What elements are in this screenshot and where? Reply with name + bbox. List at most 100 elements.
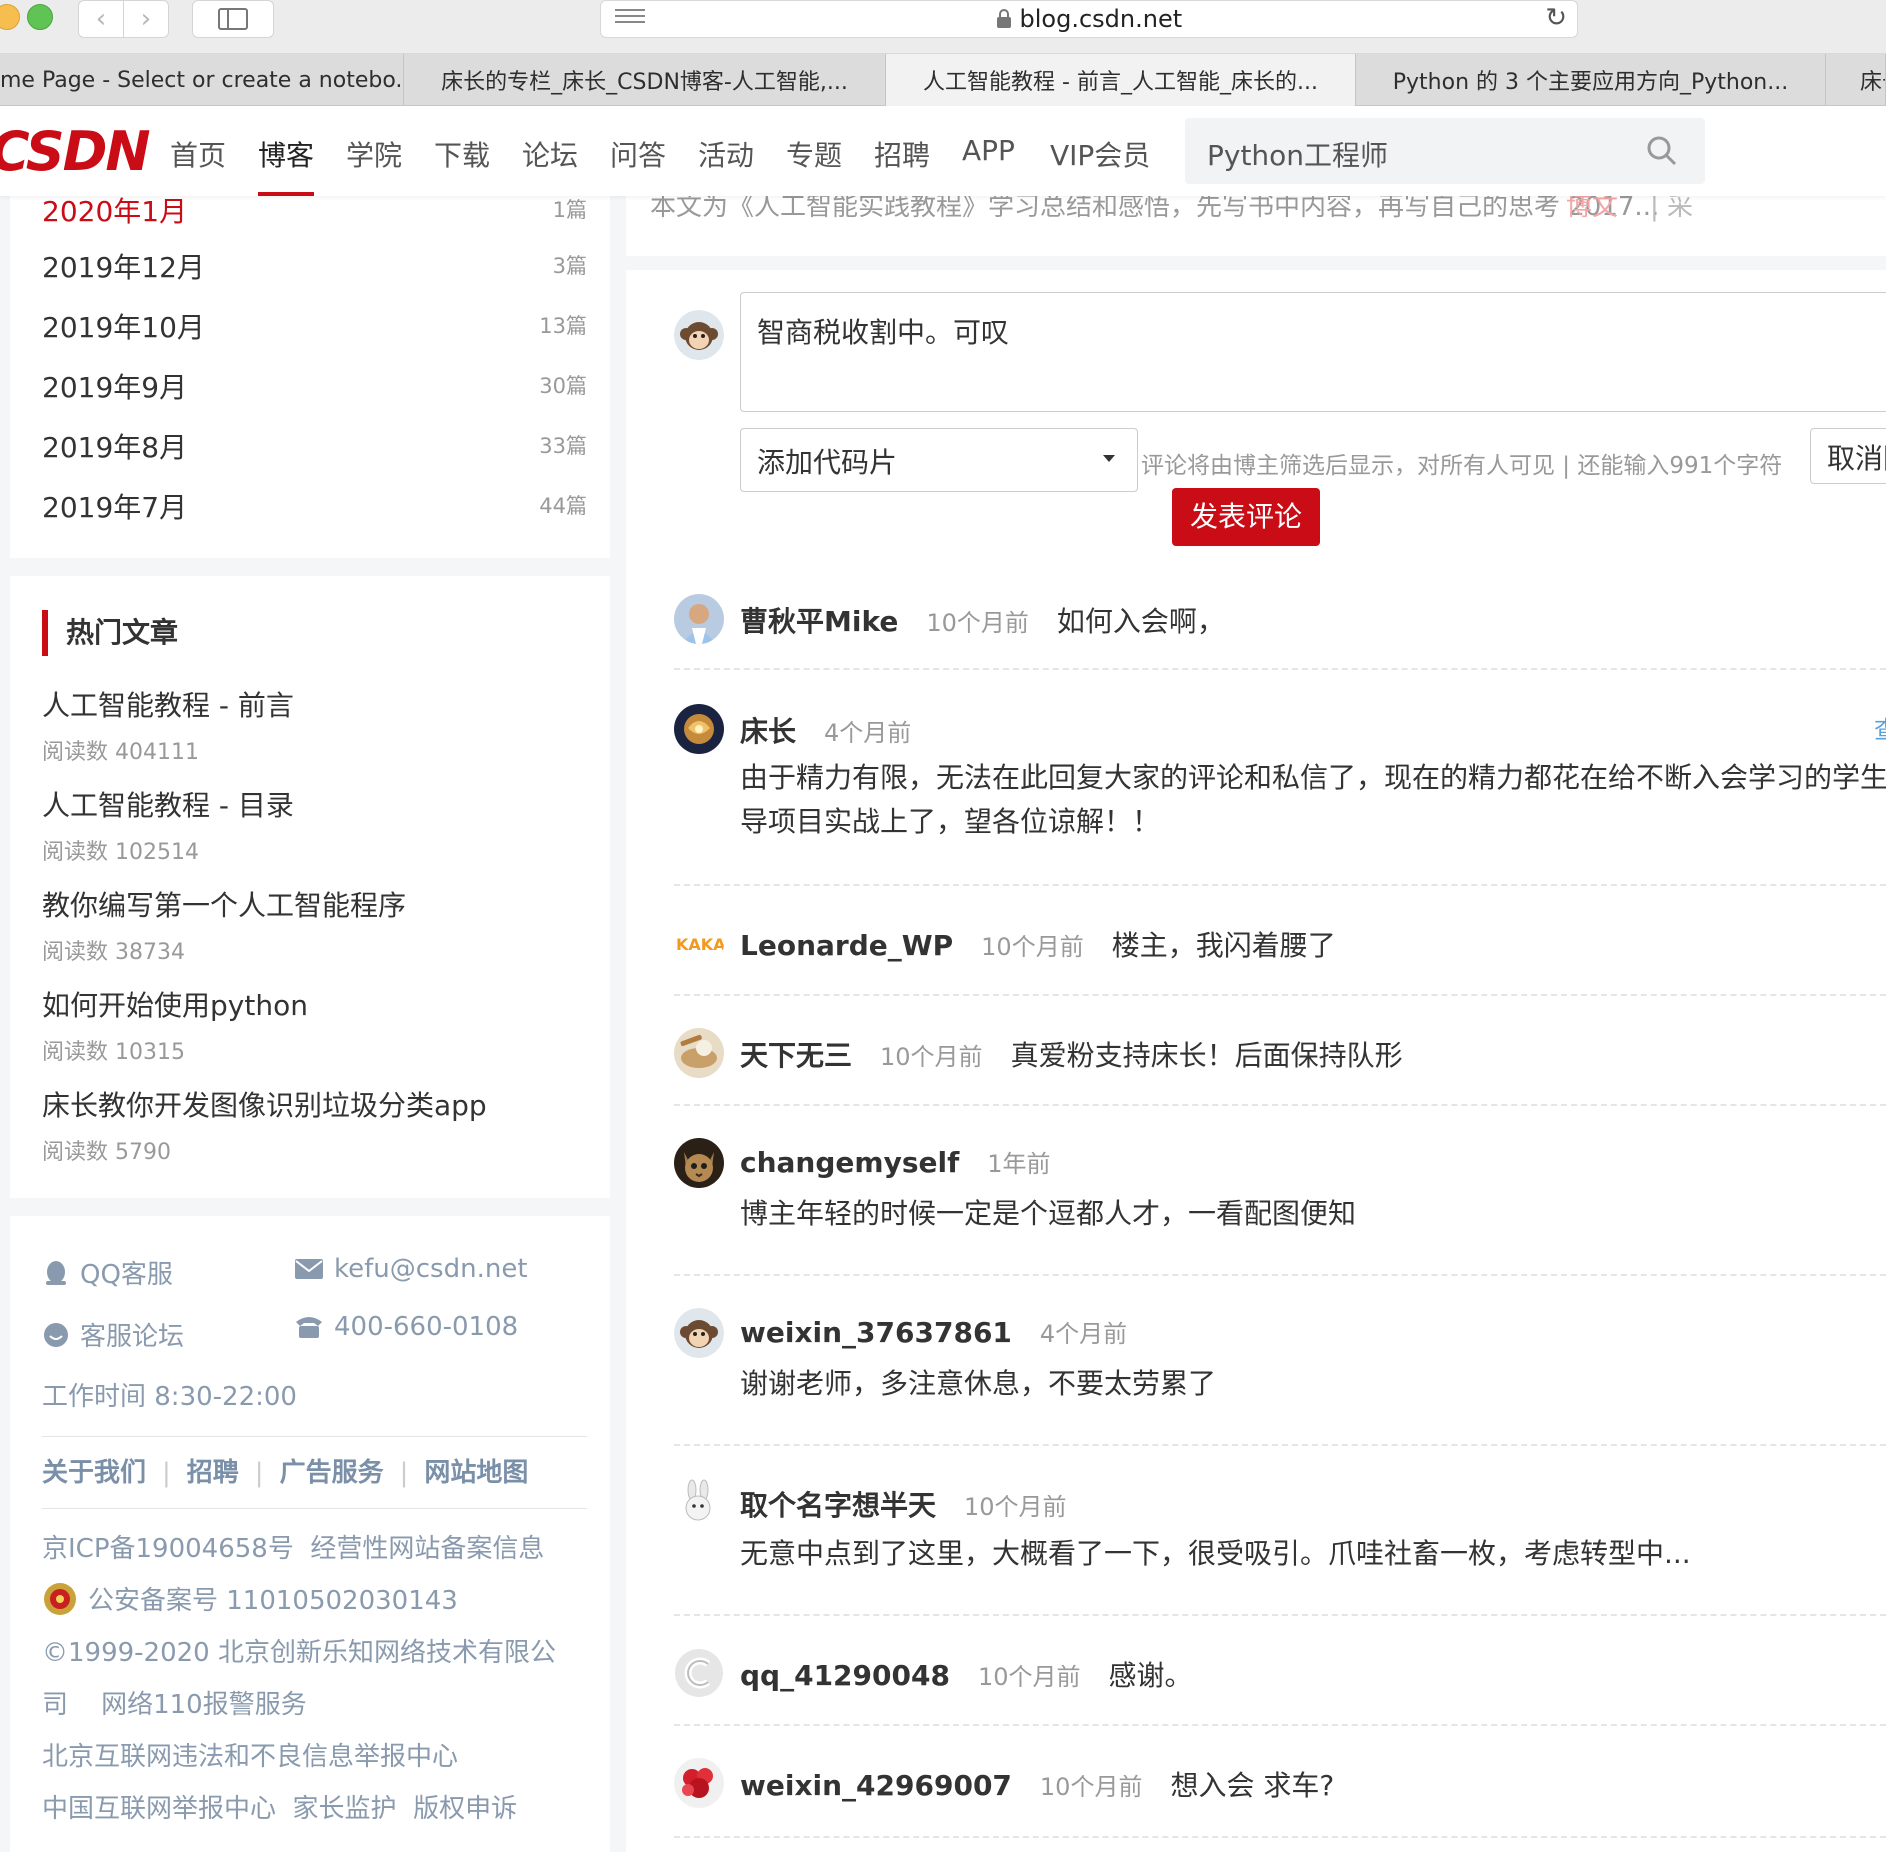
comments-section: 智商税收割中。可叹 添加代码片 评论将由博主筛选后显示，对所有人可见 | 还能输… [626,270,1886,1852]
footer-link-sitemap[interactable]: 网站地图 [424,1458,528,1488]
commenter-name[interactable]: changemyself [740,1146,959,1179]
nav-jobs[interactable]: 招聘 [874,134,930,174]
browser-tab[interactable]: me Page - Select or create a notebo... [0,54,404,106]
comment-time: 4个月前 [1039,1320,1128,1348]
footer-link-about[interactable]: 关于我们 [42,1458,146,1488]
nav-active-indicator [258,192,314,196]
divider [674,1836,1886,1838]
browser-tab[interactable]: 床长 [1826,54,1886,106]
mail-icon [295,1259,323,1279]
comment-time: 10个月前 [964,1493,1067,1521]
hot-article-title[interactable]: 教你编写第一个人工智能程序 [42,884,406,924]
back-button[interactable]: ‹ [78,0,124,38]
cancel-reply-button[interactable]: 取消回复 [1810,428,1886,484]
nav-forum[interactable]: 论坛 [522,134,578,174]
copyright-complaint-link[interactable]: 版权申诉 [413,1794,517,1824]
csdn-logo[interactable]: CSDN [0,120,151,183]
commenter-avatar[interactable] [674,1308,724,1358]
hot-article[interactable]: 人工智能教程 - 前言 阅读数 404111 [42,684,294,766]
archive-item[interactable]: 2019年10月 13篇 [42,306,587,346]
icp-link[interactable]: 京ICP备19004658号 [42,1534,294,1564]
commenter-name[interactable]: 床长 [740,715,796,748]
comment-body: 由于精力有限，无法在此回复大家的评论和私信了，现在的精力都花在给不断入会学习的学… [740,761,1886,794]
hot-article[interactable]: 人工智能教程 - 目录 阅读数 102514 [42,784,294,866]
report-row: 中国互联网举报中心 家长监护 版权申诉 [42,1788,517,1825]
hot-article-title[interactable]: 如何开始使用python [42,984,308,1024]
support-forum-link[interactable]: 客服论坛 [42,1316,184,1353]
commenter-avatar[interactable] [674,704,724,754]
hot-article-title[interactable]: 人工智能教程 - 目录 [42,784,294,824]
report-110-link[interactable]: 网络110报警服务 [101,1690,307,1720]
address-bar[interactable]: blog.csdn.net ↻ [600,0,1578,38]
hot-article[interactable]: 教你编写第一个人工智能程序 阅读数 38734 [42,884,406,966]
view-replies-link[interactable]: 查 [1874,710,1886,745]
browser-toolbar: ‹ › blog.csdn.net ↻ [0,0,1886,54]
footer-link-ads[interactable]: 广告服务 [280,1458,384,1488]
nav-topics[interactable]: 专题 [786,134,842,174]
hot-article-title[interactable]: 床长教你开发图像识别垃圾分类app [42,1084,487,1124]
commenter-avatar[interactable] [674,594,724,644]
sidebar-toggle-button[interactable] [192,0,274,38]
comment-body: 博主年轻的时候一定是个逗都人才，一看配图便知 [740,1197,1357,1230]
phone-link[interactable]: 400-660-0108 [294,1312,518,1342]
nav-qa[interactable]: 问答 [610,134,666,174]
search-icon[interactable] [1647,136,1677,166]
minimize-button[interactable] [0,4,20,30]
browser-tab-active[interactable]: 人工智能教程 - 前言_人工智能_床长的... [886,54,1356,106]
hot-article[interactable]: 如何开始使用python 阅读数 10315 [42,984,308,1066]
forward-button[interactable]: › [123,0,169,38]
commenter-avatar[interactable] [674,1758,724,1808]
report-bj-link[interactable]: 北京互联网违法和不良信息举报中心 [42,1736,458,1773]
hot-article-title[interactable]: 人工智能教程 - 前言 [42,684,294,724]
commenter-name[interactable]: 曹秋平Mike [740,605,898,638]
commenter-avatar[interactable] [674,1138,724,1188]
commenter-name[interactable]: 天下无三 [740,1039,852,1072]
archive-item[interactable]: 2019年9月 30篇 [42,366,587,406]
nav-blog[interactable]: 博客 [258,134,314,174]
browser-tab-bar: me Page - Select or create a notebo... 床… [0,54,1886,106]
commenter-avatar[interactable] [674,1478,724,1528]
comment-textarea[interactable]: 智商税收割中。可叹 [740,292,1886,412]
footer-link-jobs[interactable]: 招聘 [187,1458,239,1488]
nav-academy[interactable]: 学院 [346,134,402,174]
commenter-name[interactable]: Leonarde_WP [740,929,953,962]
icp-row: 京ICP备19004658号 经营性网站备案信息 [42,1528,544,1565]
commenter-name[interactable]: qq_41290048 [740,1659,950,1692]
commenter-name[interactable]: weixin_42969007 [740,1769,1012,1802]
archive-month: 2019年10月 [42,311,205,344]
browser-tab[interactable]: Python 的 3 个主要应用方向_Python... [1356,54,1826,106]
comment-text: 真爱粉支持床长！后面保持队形 [1010,1039,1403,1072]
hot-article[interactable]: 床长教你开发图像识别垃圾分类app 阅读数 5790 [42,1084,487,1166]
commenter-avatar[interactable] [674,1028,724,1078]
commenter-name[interactable]: weixin_37637861 [740,1316,1012,1349]
parent-guard-link[interactable]: 家长监护 [293,1794,397,1824]
divider [674,994,1886,996]
nav-vip[interactable]: VIP会员 [1050,134,1150,174]
commenter-avatar[interactable]: KAKA [674,918,724,968]
commenter-avatar[interactable] [674,1648,724,1698]
police-row: 公安备案号 11010502030143 [42,1580,458,1617]
commenter-name[interactable]: 取个名字想半天 [740,1489,936,1522]
archive-item[interactable]: 2019年7月 44篇 [42,486,587,526]
email-link[interactable]: kefu@csdn.net [294,1254,528,1284]
archive-item[interactable]: 2019年12月 3篇 [42,246,587,286]
qq-support-link[interactable]: QQ客服 [42,1254,173,1291]
nav-download[interactable]: 下载 [434,134,490,174]
archive-item[interactable]: 2020年1月 1篇 [42,190,587,230]
nav-events[interactable]: 活动 [698,134,754,174]
archive-item[interactable]: 2019年8月 33篇 [42,426,587,466]
nav-home[interactable]: 首页 [170,134,226,174]
photo-avatar-icon [674,594,724,644]
nav-app[interactable]: APP [962,134,1015,167]
icp-info-link[interactable]: 经营性网站备案信息 [310,1534,544,1564]
archive-count: 13篇 [539,314,587,338]
add-code-dropdown[interactable]: 添加代码片 [740,428,1138,492]
search-input[interactable]: Python工程师 [1185,118,1705,184]
archive-count: 3篇 [552,254,587,278]
report-cn-link[interactable]: 中国互联网举报中心 [42,1794,276,1824]
zoom-button[interactable] [27,4,53,30]
browser-tab[interactable]: 床长的专栏_床长_CSDN博客-人工智能,... [404,54,886,106]
submit-comment-button[interactable]: 发表评论 [1172,488,1320,546]
police-record-link[interactable]: 公安备案号 11010502030143 [88,1580,458,1617]
reload-icon[interactable]: ↻ [1545,3,1567,33]
